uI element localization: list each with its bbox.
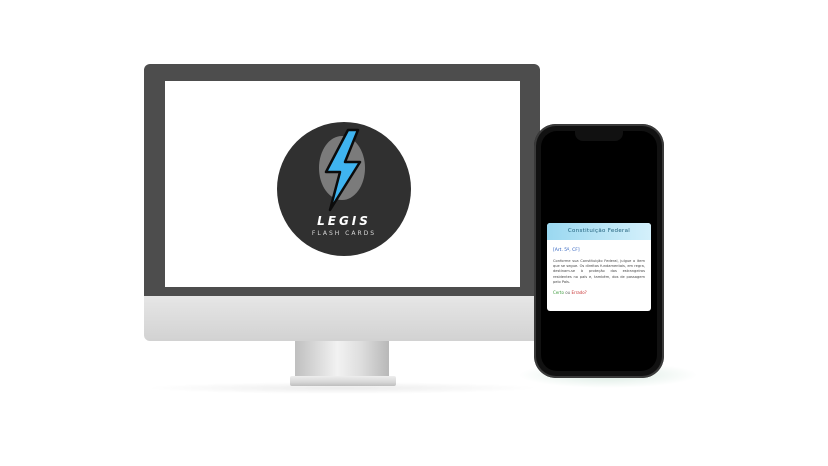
smartphone: Constituição Federal [Art. 5º, CF] Confo… — [534, 124, 664, 378]
logo-title: LEGIS — [317, 214, 371, 228]
desktop-monitor: LEGIS FLASH CARDS — [144, 64, 540, 394]
answer-certo[interactable]: Certo — [553, 290, 564, 295]
monitor-stand-neck — [295, 341, 389, 379]
monitor-bezel: LEGIS FLASH CARDS — [144, 64, 540, 296]
stage: LEGIS FLASH CARDS Constituição Federal [… — [0, 0, 828, 466]
answer-or: ou — [565, 290, 571, 296]
legis-logo: LEGIS FLASH CARDS — [277, 122, 411, 256]
monitor-screen: LEGIS FLASH CARDS — [165, 81, 520, 287]
lightning-bolt-icon — [324, 128, 362, 212]
monitor-shadow — [144, 382, 540, 394]
flash-card[interactable]: Constituição Federal [Art. 5º, CF] Confo… — [547, 223, 651, 311]
logo-subtitle: FLASH CARDS — [311, 230, 377, 237]
phone-screen: Constituição Federal [Art. 5º, CF] Confo… — [541, 131, 657, 371]
phone-notch — [575, 131, 623, 141]
card-answer-prompt: Certo ou Errado? — [553, 290, 651, 295]
card-question-text: Conforme sua Constituição Federal, julgu… — [553, 259, 645, 284]
card-reference: [Art. 5º, CF] — [553, 248, 580, 253]
answer-errado[interactable]: Errado? — [571, 290, 586, 295]
monitor-chin — [144, 296, 540, 341]
card-header: Constituição Federal — [547, 223, 651, 240]
